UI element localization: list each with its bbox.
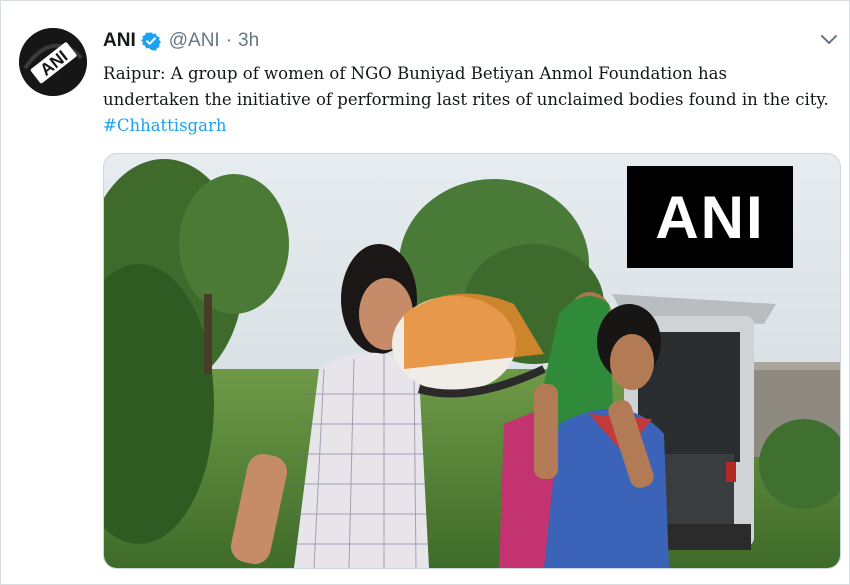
tweet-text-line-2: undertaken the initiative of performing …: [103, 90, 829, 109]
hashtag-link[interactable]: #Chhattisgarh: [103, 116, 226, 135]
chevron-down-icon[interactable]: [818, 31, 840, 49]
separator-dot: ·: [225, 30, 233, 51]
tweet-text: Raipur: A group of women of NGO Buniyad …: [103, 61, 843, 139]
tweet-text-line-1: Raipur: A group of women of NGO Buniyad …: [103, 64, 727, 83]
tweet-media-image[interactable]: ANI: [103, 153, 841, 569]
author-avatar[interactable]: ANI: [19, 28, 87, 96]
tweet-timestamp[interactable]: 3h: [238, 30, 259, 52]
author-handle[interactable]: @ANI: [169, 30, 220, 52]
tweet-header: ANI @ANI · 3h: [103, 29, 259, 53]
verified-badge-icon: [140, 31, 161, 51]
author-name[interactable]: ANI: [103, 30, 136, 52]
ani-logo-icon: ANI: [19, 28, 87, 96]
tweet-card[interactable]: ANI ANI @ANI · 3h Raipur: A group of wom…: [0, 0, 850, 585]
ani-watermark-logo: ANI: [627, 166, 793, 268]
